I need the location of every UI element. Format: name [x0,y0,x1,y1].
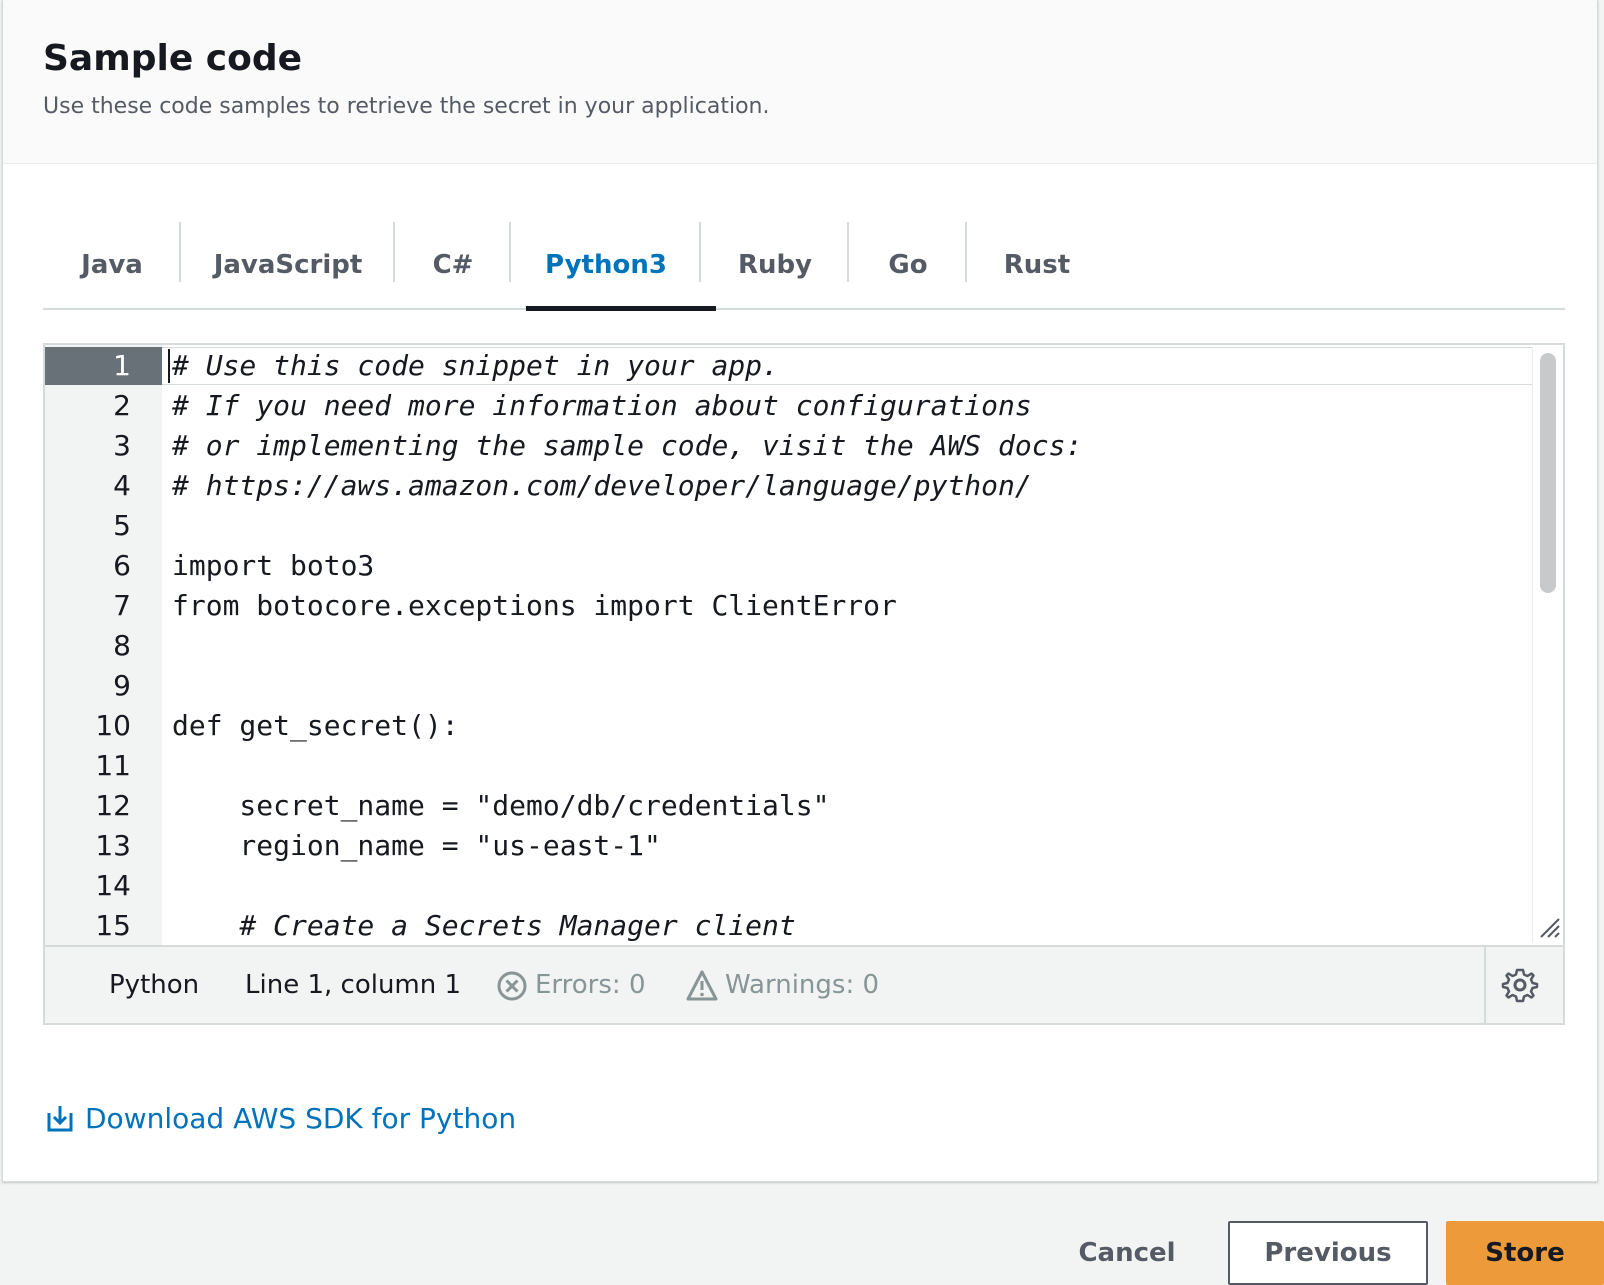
resize-handle-icon[interactable] [1537,915,1561,939]
download-sdk-label[interactable]: Download AWS SDK for Python [85,1102,516,1135]
code-line: region_name = "us-east-1" [172,829,661,862]
code-line: secret_name = "demo/db/credentials" [172,789,830,822]
tab-csharp[interactable]: C# [395,222,511,308]
text-cursor [168,349,170,383]
download-icon [47,1106,73,1132]
gear-icon[interactable] [1501,966,1539,1004]
line-number: 4 [113,469,131,502]
code-line: # If you need more information about con… [172,389,1032,422]
warning-triangle-icon [686,970,718,1001]
line-number: 5 [113,509,131,542]
line-number: 2 [113,389,131,422]
line-number: 8 [113,629,131,662]
cancel-button[interactable]: Cancel [1052,1221,1202,1285]
status-divider [1484,947,1486,1023]
code-line: # https://aws.amazon.com/developer/langu… [172,469,1032,502]
tab-go[interactable]: Go [849,222,967,308]
line-number: 14 [95,869,131,902]
tab-rust[interactable]: Rust [967,222,1107,308]
page-subtitle: Use these code samples to retrieve the s… [43,94,770,119]
line-number: 3 [113,429,131,462]
code-editor[interactable]: 1 2 3 4 5 6 7 8 9 10 11 12 13 14 15 # Us… [43,343,1565,1025]
tab-python3[interactable]: Python3 [511,222,701,308]
status-warnings[interactable]: Warnings: 0 [725,947,879,1023]
status-errors[interactable]: Errors: 0 [535,947,646,1023]
code-line: # Use this code snippet in your app. [172,349,779,382]
line-number: 10 [95,709,131,742]
code-line: # or implementing the sample code, visit… [172,429,1083,462]
tab-ruby[interactable]: Ruby [701,222,849,308]
status-cursor-position: Line 1, column 1 [245,970,462,1000]
editor-scrollbar-thumb[interactable] [1540,353,1556,593]
line-number: 1 [113,349,131,382]
panel-header: Sample code Use these code samples to re… [3,0,1597,164]
page-title: Sample code [43,38,303,79]
code-line: # Create a Secrets Manager client [172,909,796,942]
active-tab-indicator [526,306,716,311]
line-number: 12 [95,789,131,822]
line-number: 11 [95,749,131,782]
line-number: 15 [95,909,131,942]
line-number: 6 [113,549,131,582]
editor-status-bar: Python Line 1, column 1 Errors: 0 Warnin… [45,945,1563,1023]
code-line: def get_secret(): [172,709,459,742]
line-number: 9 [113,669,131,702]
sample-code-panel: Sample code Use these code samples to re… [2,0,1598,1182]
line-number: 7 [113,589,131,622]
store-button[interactable]: Store [1446,1221,1604,1285]
previous-button[interactable]: Previous [1228,1221,1428,1285]
code-line: from botocore.exceptions import ClientEr… [172,589,897,622]
line-number: 13 [95,829,131,862]
tab-javascript[interactable]: JavaScript [181,222,395,308]
tab-java[interactable]: Java [43,222,181,308]
status-language: Python [109,970,200,1000]
x-circle-icon [497,971,527,1001]
language-tabs: Java JavaScript C# Python3 Ruby Go Rust [43,222,1565,311]
code-line: import boto3 [172,549,375,582]
download-sdk-link[interactable]: Download AWS SDK for Python [45,1098,516,1138]
